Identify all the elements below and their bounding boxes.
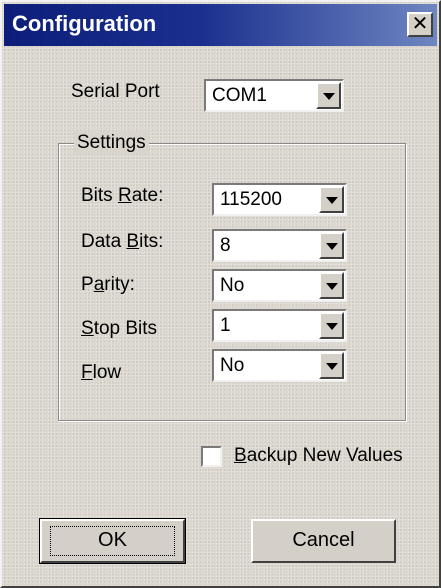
configuration-dialog: Configuration ✕ Serial Port COM1 Setting… (0, 0, 441, 588)
backup-checkbox[interactable] (201, 446, 222, 467)
settings-legend: Settings (74, 132, 149, 154)
flow-select[interactable]: No (212, 349, 347, 382)
close-icon: ✕ (411, 13, 429, 35)
serial-port-value: COM1 (212, 85, 267, 106)
chevron-down-icon[interactable] (319, 232, 344, 259)
bits-rate-select[interactable]: 115200 (212, 183, 347, 216)
ok-button[interactable]: OK (39, 518, 186, 564)
flow-label: Flow (81, 362, 122, 383)
data-bits-label: Data Bits: (81, 231, 164, 252)
data-bits-select[interactable]: 8 (212, 229, 347, 262)
chevron-down-icon[interactable] (319, 352, 344, 379)
serial-port-label: Serial Port (71, 81, 160, 102)
stop-bits-value: 1 (220, 315, 231, 336)
serial-port-select[interactable]: COM1 (204, 79, 344, 112)
stop-bits-label: Stop Bits (81, 318, 158, 339)
ok-label: OK (98, 529, 127, 551)
data-bits-value: 8 (220, 235, 231, 256)
close-button[interactable]: ✕ (407, 12, 433, 37)
backup-label[interactable]: Backup New Values (234, 445, 403, 467)
parity-value: No (220, 275, 245, 296)
cancel-button[interactable]: Cancel (251, 519, 396, 563)
chevron-down-icon[interactable] (319, 186, 344, 213)
bits-rate-label: Bits Rate: (81, 185, 164, 206)
bits-rate-value: 115200 (220, 189, 282, 210)
chevron-down-icon[interactable] (319, 272, 344, 299)
chevron-down-icon[interactable] (319, 312, 344, 339)
cancel-label: Cancel (292, 529, 355, 551)
chevron-down-icon[interactable] (316, 82, 341, 109)
window-title: Configuration (12, 11, 157, 36)
stop-bits-select[interactable]: 1 (212, 309, 347, 342)
parity-select[interactable]: No (212, 269, 347, 302)
title-bar[interactable]: Configuration ✕ (4, 4, 437, 46)
parity-label: Parity: (81, 274, 135, 295)
flow-value: No (220, 355, 245, 376)
